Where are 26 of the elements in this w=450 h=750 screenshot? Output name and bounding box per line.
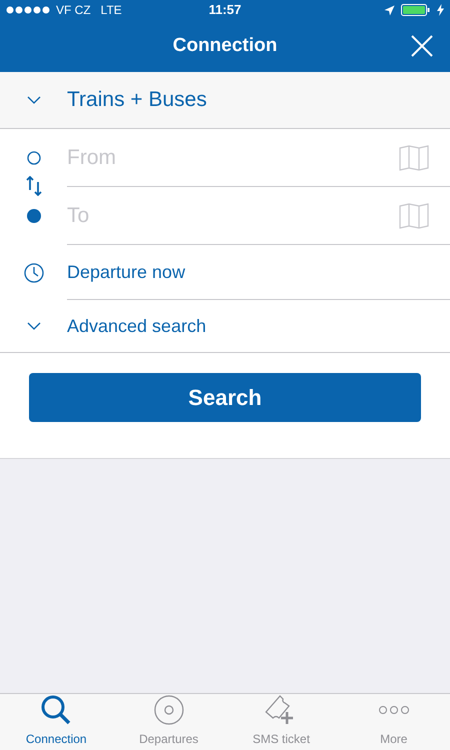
search-icon bbox=[41, 695, 72, 725]
tab-button[interactable]: Connection bbox=[0, 694, 112, 750]
carrier-name: VF CZ bbox=[56, 2, 91, 19]
tab-button[interactable]: Departures bbox=[112, 694, 225, 750]
search-button[interactable]: Search bbox=[29, 373, 421, 422]
advanced-search-toggle[interactable]: Advanced search bbox=[0, 300, 450, 353]
destination-dot-icon bbox=[26, 209, 40, 223]
target-circle-icon bbox=[154, 695, 184, 725]
to-field[interactable]: To bbox=[67, 187, 399, 244]
network-type: LTE bbox=[100, 2, 122, 19]
departure-time-row[interactable]: Departure now bbox=[0, 245, 450, 300]
battery-icon bbox=[401, 4, 431, 16]
charging-icon bbox=[437, 4, 444, 16]
mode-selector[interactable]: Trains + Buses bbox=[0, 72, 450, 129]
tab-button[interactable]: SMS ticket bbox=[225, 694, 338, 750]
swap-icon[interactable] bbox=[26, 176, 42, 196]
location-icon bbox=[384, 4, 395, 16]
tab-button[interactable]: More bbox=[338, 694, 450, 750]
clock-icon bbox=[24, 262, 44, 282]
more-icon bbox=[378, 705, 409, 715]
close-icon bbox=[411, 35, 433, 57]
header-title: Connection bbox=[172, 34, 278, 58]
signal-icon bbox=[6, 6, 52, 14]
from-field[interactable]: From bbox=[67, 129, 399, 186]
status-time: 11:57 bbox=[208, 1, 242, 20]
origin-circle-icon bbox=[26, 151, 40, 165]
